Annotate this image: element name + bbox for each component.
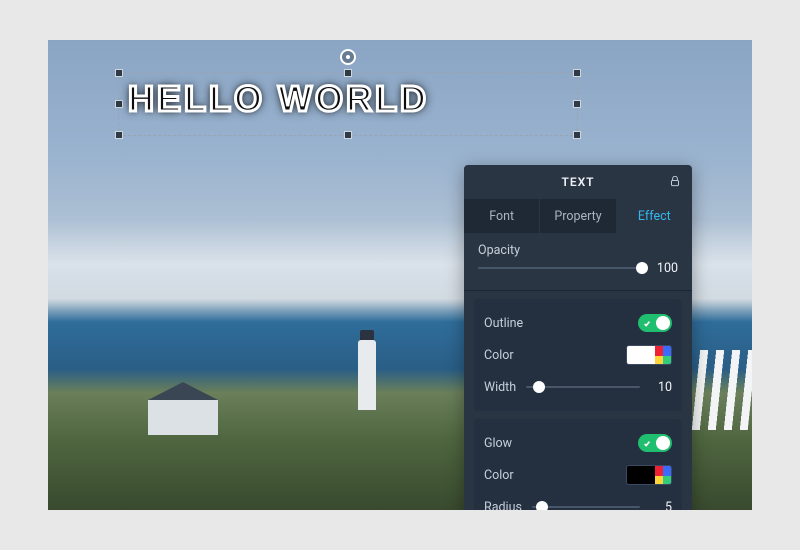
divider <box>464 290 692 291</box>
resize-handle-br[interactable] <box>573 131 581 139</box>
resize-handle-ml[interactable] <box>115 100 123 108</box>
outline-color-swatch[interactable] <box>626 345 672 365</box>
glow-color-value <box>627 466 655 484</box>
glow-radius-slider[interactable] <box>532 499 640 510</box>
outline-toggle[interactable] <box>638 314 672 332</box>
resize-handle-tm[interactable] <box>344 69 352 77</box>
panel-title: TEXT <box>561 175 594 189</box>
glow-color-swatch[interactable] <box>626 465 672 485</box>
resize-handle-bm[interactable] <box>344 131 352 139</box>
resize-handle-mr[interactable] <box>573 100 581 108</box>
rotate-handle-icon[interactable] <box>340 49 356 65</box>
lock-icon[interactable] <box>668 174 682 188</box>
outline-group: Outline Color Width <box>474 299 682 411</box>
tab-property[interactable]: Property <box>540 199 616 233</box>
glow-radius-label: Radius <box>484 500 522 511</box>
color-picker-icon[interactable] <box>655 466 671 484</box>
outline-width-slider[interactable] <box>526 379 640 395</box>
opacity-label: Opacity <box>478 243 678 258</box>
editor-canvas[interactable]: HELLO WORLD TEXT Font Property Effect Op… <box>48 40 752 510</box>
outline-label: Outline <box>484 316 523 331</box>
outline-width-label: Width <box>484 380 516 395</box>
panel-header: TEXT <box>464 165 692 199</box>
glow-group: Glow Color Radius <box>474 419 682 510</box>
opacity-value: 100 <box>656 261 678 276</box>
canvas-text[interactable]: HELLO WORLD <box>128 78 429 120</box>
bg-house <box>148 400 218 435</box>
outline-color-value <box>627 346 655 364</box>
text-panel: TEXT Font Property Effect Opacity 100 <box>464 165 692 510</box>
opacity-slider[interactable] <box>478 260 648 276</box>
opacity-section: Opacity 100 <box>464 233 692 284</box>
bg-lighthouse <box>358 340 376 410</box>
glow-toggle[interactable] <box>638 434 672 452</box>
tab-effect[interactable]: Effect <box>617 199 692 233</box>
panel-tabs: Font Property Effect <box>464 199 692 233</box>
tab-font[interactable]: Font <box>464 199 540 233</box>
outline-width-value: 10 <box>650 380 672 395</box>
outline-color-label: Color <box>484 348 514 363</box>
color-picker-icon[interactable] <box>655 346 671 364</box>
resize-handle-tr[interactable] <box>573 69 581 77</box>
glow-radius-value: 5 <box>650 500 672 511</box>
resize-handle-tl[interactable] <box>115 69 123 77</box>
resize-handle-bl[interactable] <box>115 131 123 139</box>
glow-color-label: Color <box>484 468 514 483</box>
glow-label: Glow <box>484 436 512 451</box>
